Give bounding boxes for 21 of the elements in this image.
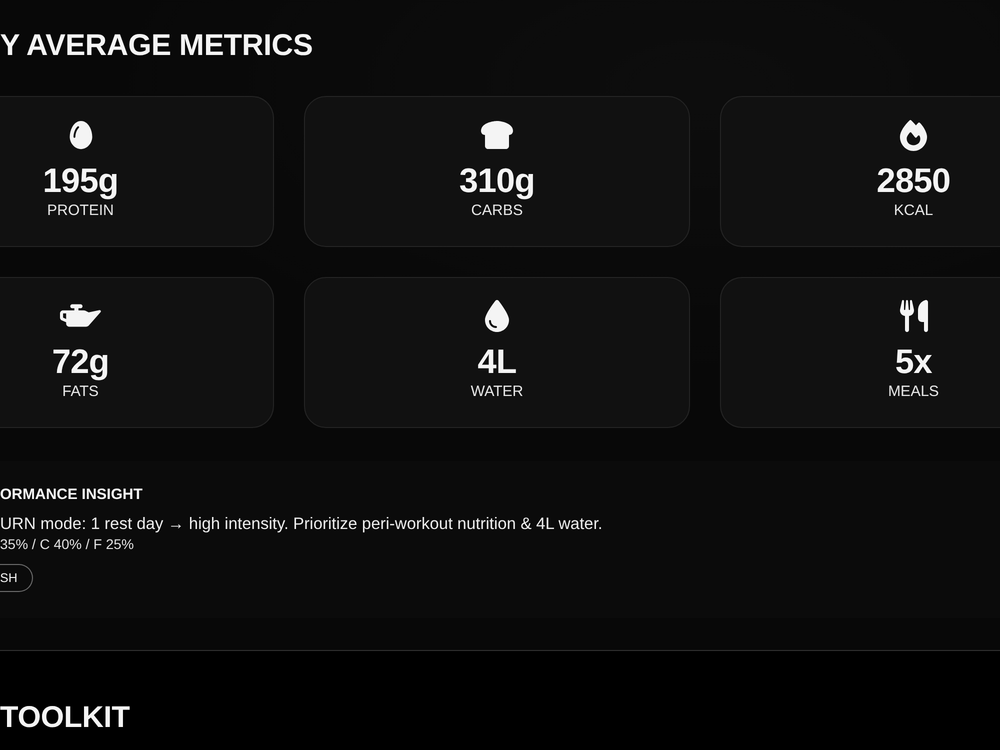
macro-split: 35% / C 40% / F 25% <box>0 536 134 552</box>
metric-value: 195g <box>42 162 118 200</box>
metric-label: MEALS <box>888 383 939 401</box>
metric-label: KCAL <box>894 202 934 220</box>
pill-button[interactable]: SH <box>0 564 34 592</box>
metric-label: PROTEIN <box>47 202 114 220</box>
section-title: Y AVERAGE METRICS <box>0 29 313 63</box>
metric-value: 5x <box>895 343 932 381</box>
metric-value: 2850 <box>876 162 950 200</box>
metric-value: 4L <box>478 343 516 381</box>
metric-label: CARBS <box>471 202 523 220</box>
metric-value: 72g <box>52 343 110 381</box>
insight-message: URN mode: 1 rest day → high intensity. Prioritize peri-workout nutrition & 4L water. <box>0 515 602 533</box>
flame-icon <box>898 119 929 151</box>
metric-label: FATS <box>62 383 99 401</box>
fork-knife-icon <box>898 300 930 332</box>
section-title: TOOLKIT <box>0 701 130 735</box>
insight-title: ORMANCE INSIGHT <box>0 486 142 504</box>
metric-label: WATER <box>470 383 524 401</box>
metric-value: 310g <box>459 162 535 200</box>
bread-slice-icon <box>481 119 513 151</box>
